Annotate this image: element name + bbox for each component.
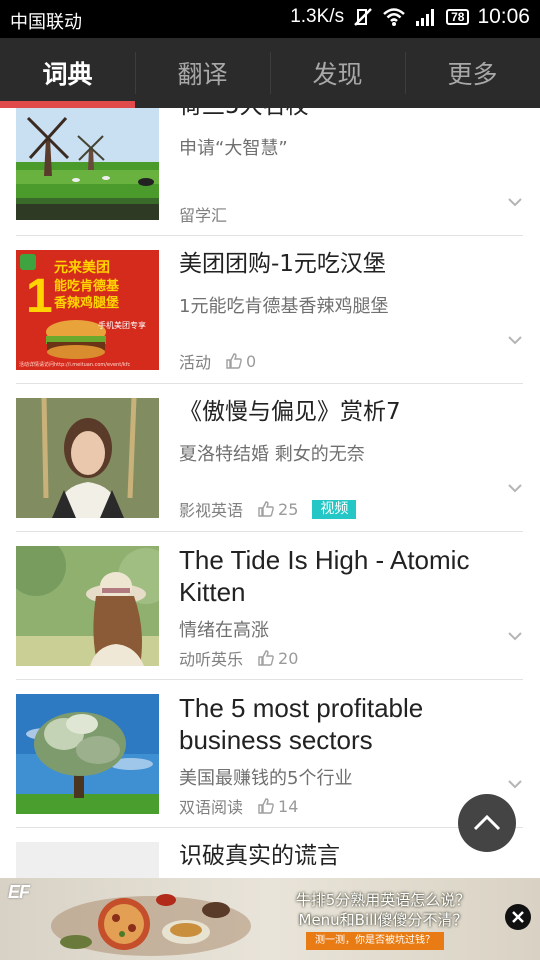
thumbs-up-icon [258,501,274,517]
item-subtitle: 情绪在高涨 [179,620,269,641]
ad-logo: EF [8,882,30,902]
burger-ad-image: 1 元来美团 能吃肯德基 香辣鸡腿堡 手机美团专享 活动详情请访问http://… [16,250,159,370]
tab-dictionary[interactable]: 词典 [0,38,135,108]
ad-line2: 能吃肯德基 [54,278,120,294]
item-source: 影视英语 [179,501,244,520]
carrier-label: 中国联动 [10,12,82,32]
like-count-value: 0 [246,351,257,371]
silent-mode-icon [354,8,372,26]
ad-badge: 手机美团专享 [98,320,146,330]
item-subtitle: 美国最赚钱的5个行业 [179,768,353,789]
thumbs-up-icon [258,650,274,666]
net-speed: 1.3K/s [290,6,345,27]
item-title: 荷兰5大名校 [179,108,523,122]
food-platter-image [51,894,251,956]
ad-number: 1 [26,270,53,323]
signal-icon [416,9,435,26]
list-item[interactable]: 荷兰5大名校 申请“大智慧” 留学汇 [16,108,523,236]
like-count[interactable]: 0 [225,352,256,371]
item-meta: 影视英语 25 视频 [179,497,357,521]
girl-with-hat-image [16,546,159,666]
like-count[interactable]: 14 [257,797,298,816]
woman-on-swing-image [16,398,159,518]
tab-discover[interactable]: 发现 [270,38,405,108]
like-count[interactable]: 25 [257,500,298,519]
like-count-value: 20 [278,648,299,668]
list-item[interactable]: 1 元来美团 能吃肯德基 香辣鸡腿堡 手机美团专享 活动详情请访问http://… [16,236,523,384]
item-source: 留学汇 [179,206,228,225]
like-count-value: 25 [278,499,299,519]
item-source: 动听英乐 [179,650,244,669]
ad-banner[interactable]: EF 牛排5分熟用英语怎么说？ Menu和Bill傻傻分不清？ 测一测，你是否被… [0,878,540,960]
item-title: 美团团购-1元吃汉堡 [179,251,386,277]
item-source: 活动 [179,353,212,372]
tab-more[interactable]: 更多 [405,38,540,108]
ad-line2: Menu和Bill傻傻分不清？ [298,911,468,929]
list-item[interactable]: The Tide Is High - Atomic Kitten 情绪在高涨 动… [16,532,523,680]
chevron-down-icon[interactable] [507,196,523,208]
item-meta: 留学汇 [179,202,241,226]
ad-line1: 元来美团 [54,259,110,276]
tab-translate[interactable]: 翻译 [135,38,270,108]
scroll-to-top-button[interactable] [458,794,516,852]
main-tab-bar: 词典 翻译 发现 更多 [0,38,540,108]
feed-list[interactable]: 荷兰5大名校 申请“大智慧” 留学汇 1 元来美团 能吃肯德基 香辣鸡腿堡 [0,108,540,878]
ad-line3: 香辣鸡腿堡 [53,295,119,311]
ad-cta-button[interactable]: 测一测，你是否被坑过钱？ [306,932,444,950]
money-tree-image [16,694,159,814]
item-meta: 动听英乐 20 [179,646,298,670]
chevron-down-icon[interactable] [507,482,523,494]
item-title: The 5 most profitable business sectors [179,693,424,755]
list-item[interactable]: 《傲慢与偏见》赏析7 夏洛特结婚 剩女的无奈 影视英语 25 视频 [16,384,523,532]
chevron-down-icon[interactable] [507,630,523,642]
video-tag: 视频 [312,499,357,519]
item-title: The Tide Is High - Atomic Kitten [179,545,470,607]
app-root: 中国联动 1.3K/s 78 10:06 词典 翻译 发现 更多 申请“大智慧”… [0,0,540,960]
list-item[interactable]: The 5 most profitable business sectors 美… [16,680,523,828]
item-meta: 活动 0 [179,349,256,373]
item-source: 双语阅读 [179,798,244,817]
chevron-down-icon[interactable] [507,334,523,346]
chevron-up-icon [473,814,501,831]
placeholder-image [16,842,159,878]
item-subtitle: 申请“大智慧” [179,138,288,159]
windmill-landscape-image [16,108,159,220]
item-subtitle: 夏洛特结婚 剩女的无奈 [179,444,365,465]
thumbs-up-icon [226,353,242,369]
clock: 10:06 [477,5,530,28]
ad-line1: 牛排5分熟用英语怎么说？ [295,891,471,909]
like-count[interactable]: 20 [257,649,298,668]
thumbs-up-icon [258,798,274,814]
list-item[interactable]: 识破真实的谎言 [16,828,523,878]
ad-small-text: 活动详情请访问http://i.meituan.com/event/kfc [19,361,131,368]
chevron-down-icon[interactable] [507,778,523,790]
battery-icon: 78 [446,9,470,25]
ad-close-button[interactable] [505,904,531,930]
close-icon [512,911,524,923]
item-subtitle: 1元能吃肯德基香辣鸡腿堡 [179,296,389,317]
like-count-value: 14 [278,796,299,816]
status-bar: 中国联动 1.3K/s 78 10:06 [0,0,540,38]
item-title: 《傲慢与偏见》赏析7 [179,399,401,425]
item-meta: 双语阅读 14 [179,794,298,818]
wifi-icon [383,8,405,26]
status-icons: 1.3K/s 78 10:06 [290,5,530,29]
ad-headline: 牛排5分熟用英语怎么说？ Menu和Bill傻傻分不清？ [288,890,478,930]
